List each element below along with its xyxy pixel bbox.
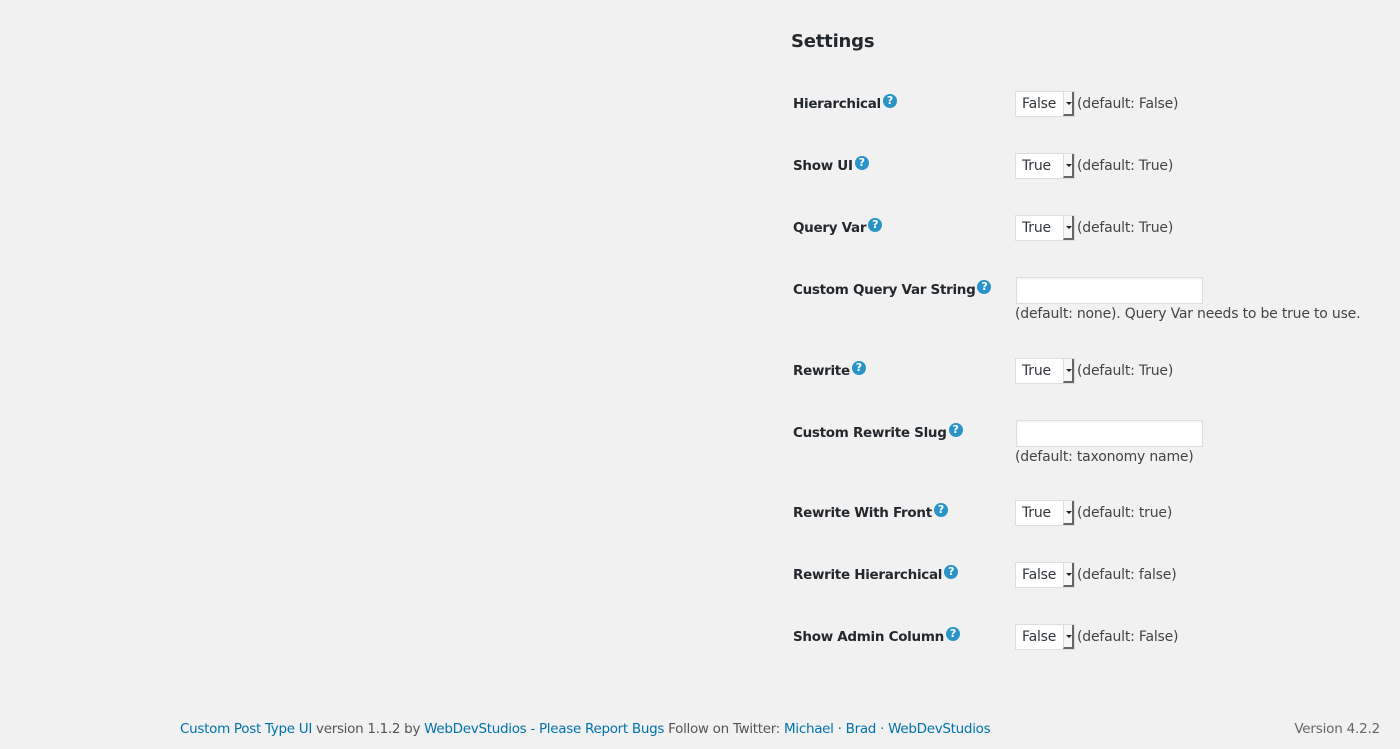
show-admin-column-select[interactable]: False (1015, 624, 1075, 650)
chevron-down-icon (1063, 216, 1074, 240)
query-var-default-note: (default: True) (1077, 219, 1174, 236)
help-icon[interactable]: ? (854, 156, 869, 170)
show-admin-column-select-value: False (1022, 629, 1057, 645)
dot-separator: · (833, 721, 846, 737)
custom-query-var-string-input[interactable] (1017, 278, 1202, 303)
query-var-label: Query Var (793, 220, 867, 236)
custom-query-var-string-label: Custom Query Var String (793, 282, 976, 298)
wordpress-version: Version 4.2.2 (1294, 721, 1380, 737)
dot-separator: · (876, 721, 889, 737)
custom-rewrite-slug-input[interactable] (1017, 421, 1202, 446)
custom-rewrite-slug-label: Custom Rewrite Slug (793, 425, 947, 441)
twitter-michael-link[interactable]: Michael (784, 721, 834, 737)
hierarchical-default-note: (default: False) (1077, 95, 1179, 112)
rewrite-hierarchical-select-value: False (1022, 567, 1057, 583)
rewrite-with-front-select[interactable]: True (1015, 500, 1075, 526)
twitter-webdevstudios-link[interactable]: WebDevStudios (888, 721, 991, 737)
custom-rewrite-slug-input-wrapper (1016, 420, 1203, 447)
plugin-link[interactable]: Custom Post Type UI (180, 721, 312, 737)
show-ui-select[interactable]: True (1015, 153, 1075, 179)
rewrite-hierarchical-select[interactable]: False (1015, 562, 1075, 588)
help-icon[interactable]: ? (851, 361, 866, 375)
chevron-down-icon (1063, 154, 1074, 178)
query-var-select[interactable]: True (1015, 215, 1075, 241)
custom-query-var-string-note: (default: none). Query Var needs to be t… (1015, 306, 1361, 322)
rewrite-default-note: (default: True) (1077, 362, 1174, 379)
show-admin-column-default-note: (default: False) (1077, 628, 1179, 645)
separator-text: - (526, 721, 539, 737)
rewrite-with-front-select-value: True (1022, 505, 1051, 521)
show-admin-column-label: Show Admin Column (793, 629, 944, 645)
footer-credits: Custom Post Type UI version 1.1.2 by Web… (180, 721, 991, 737)
chevron-down-icon (1063, 359, 1074, 383)
help-icon[interactable]: ? (868, 218, 883, 232)
show-ui-select-value: True (1022, 158, 1051, 174)
show-ui-default-note: (default: True) (1077, 157, 1174, 174)
hierarchical-select-value: False (1022, 96, 1057, 112)
rewrite-hierarchical-label: Rewrite Hierarchical (793, 567, 943, 583)
rewrite-hierarchical-default-note: (default: false) (1077, 566, 1177, 583)
help-icon[interactable]: ? (882, 94, 897, 108)
help-icon[interactable]: ? (933, 503, 948, 517)
chevron-down-icon (1063, 563, 1074, 587)
chevron-down-icon (1063, 625, 1074, 649)
report-bugs-link[interactable]: Please Report Bugs (539, 721, 664, 737)
settings-heading: Settings (791, 31, 875, 52)
chevron-down-icon (1063, 501, 1074, 525)
rewrite-select-value: True (1022, 363, 1051, 379)
custom-query-var-string-input-wrapper (1016, 277, 1203, 304)
rewrite-label: Rewrite (793, 363, 850, 379)
query-var-select-value: True (1022, 220, 1051, 236)
follow-text: Follow on Twitter: (664, 721, 785, 737)
rewrite-with-front-default-note: (default: true) (1077, 504, 1173, 521)
hierarchical-label: Hierarchical (793, 96, 881, 112)
hierarchical-select[interactable]: False (1015, 91, 1075, 117)
rewrite-select[interactable]: True (1015, 358, 1075, 384)
help-icon[interactable]: ? (948, 423, 963, 437)
custom-rewrite-slug-note: (default: taxonomy name) (1015, 449, 1194, 465)
twitter-brad-link[interactable]: Brad (846, 721, 877, 737)
help-icon[interactable]: ? (945, 627, 960, 641)
rewrite-with-front-label: Rewrite With Front (793, 505, 932, 521)
help-icon[interactable]: ? (977, 280, 992, 294)
plugin-version-text: version 1.1.2 by (312, 721, 425, 737)
author-link[interactable]: WebDevStudios (424, 721, 527, 737)
chevron-down-icon (1063, 92, 1074, 116)
show-ui-label: Show UI (793, 158, 853, 174)
help-icon[interactable]: ? (944, 565, 959, 579)
